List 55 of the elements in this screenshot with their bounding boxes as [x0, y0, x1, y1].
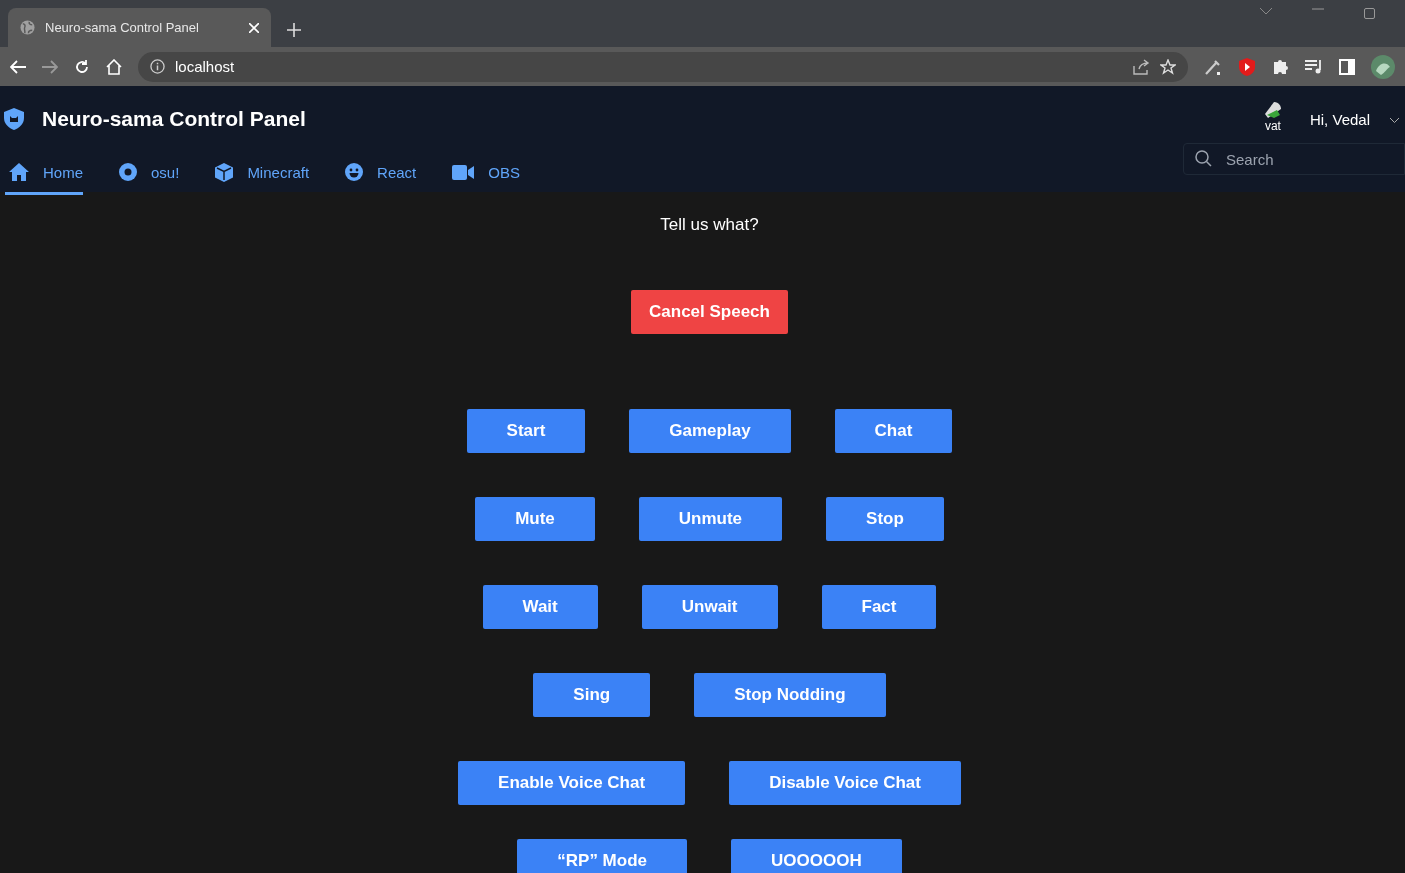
broken-avatar-image: vat	[1255, 100, 1290, 134]
app-title: Neuro-sama Control Panel	[42, 107, 306, 131]
search-field[interactable]: Search	[1183, 143, 1405, 175]
chevron-down-icon[interactable]	[1390, 118, 1399, 123]
command-button[interactable]: UOOOOOH	[731, 839, 902, 873]
command-button[interactable]: Fact	[821, 585, 937, 629]
side-panel-icon[interactable]	[1339, 58, 1355, 75]
info-icon	[150, 59, 165, 74]
close-icon[interactable]	[249, 22, 259, 33]
forward-icon[interactable]	[42, 59, 58, 74]
shield-logo-icon	[4, 108, 24, 130]
command-button[interactable]: Disable Voice Chat	[729, 761, 961, 805]
circle-icon	[119, 163, 137, 181]
nav-tab[interactable]: osu!	[115, 152, 180, 195]
reload-icon[interactable]	[74, 58, 90, 75]
maximize-icon[interactable]	[1364, 8, 1375, 19]
command-button[interactable]: Unwait	[641, 585, 778, 629]
cube-icon	[215, 162, 234, 182]
nav-tab[interactable]: React	[341, 152, 417, 195]
play-shield-icon[interactable]	[1238, 57, 1256, 76]
search-icon	[1195, 150, 1212, 167]
globe-icon	[20, 20, 35, 35]
playlist-icon[interactable]	[1305, 59, 1323, 74]
address-bar[interactable]: localhost	[138, 51, 1188, 82]
tab-title: Neuro-sama Control Panel	[45, 20, 200, 35]
eyedropper-icon[interactable]	[1204, 57, 1222, 76]
nav-tab[interactable]: Minecraft	[211, 152, 310, 195]
user-greeting[interactable]: Hi, Vedal	[1309, 111, 1370, 128]
browser-tab[interactable]: Neuro-sama Control Panel	[8, 8, 271, 47]
prompt-text: Tell us what?	[660, 215, 759, 235]
back-icon[interactable]	[10, 59, 26, 74]
command-button[interactable]: Gameplay	[629, 409, 791, 453]
share-icon[interactable]	[1133, 58, 1150, 75]
url-text: localhost	[175, 58, 236, 75]
command-button[interactable]: Unmute	[638, 497, 783, 541]
home-icon	[9, 163, 29, 181]
nav-tab[interactable]: Home	[5, 152, 83, 195]
new-tab-icon[interactable]	[287, 23, 301, 37]
home-icon[interactable]	[106, 58, 122, 75]
command-button[interactable]: “RP” Mode	[517, 839, 687, 873]
star-icon[interactable]	[1160, 58, 1176, 75]
command-button[interactable]: Sing	[533, 673, 651, 717]
smiley-icon	[345, 163, 364, 181]
command-button[interactable]: Chat	[834, 409, 953, 453]
command-button[interactable]: Enable Voice Chat	[458, 761, 686, 805]
nav-tab[interactable]: OBS	[448, 152, 520, 195]
command-button[interactable]: Stop	[826, 497, 944, 541]
command-button[interactable]: Start	[466, 409, 586, 453]
command-button[interactable]: Mute	[475, 497, 595, 541]
command-button[interactable]: Wait	[482, 585, 598, 629]
profile-avatar-icon[interactable]	[1371, 54, 1395, 79]
command-button[interactable]: Stop Nodding	[694, 673, 886, 717]
video-camera-icon	[452, 164, 475, 180]
puzzle-icon[interactable]	[1272, 58, 1289, 75]
cancel-speech-button[interactable]: Cancel Speech	[631, 290, 788, 334]
